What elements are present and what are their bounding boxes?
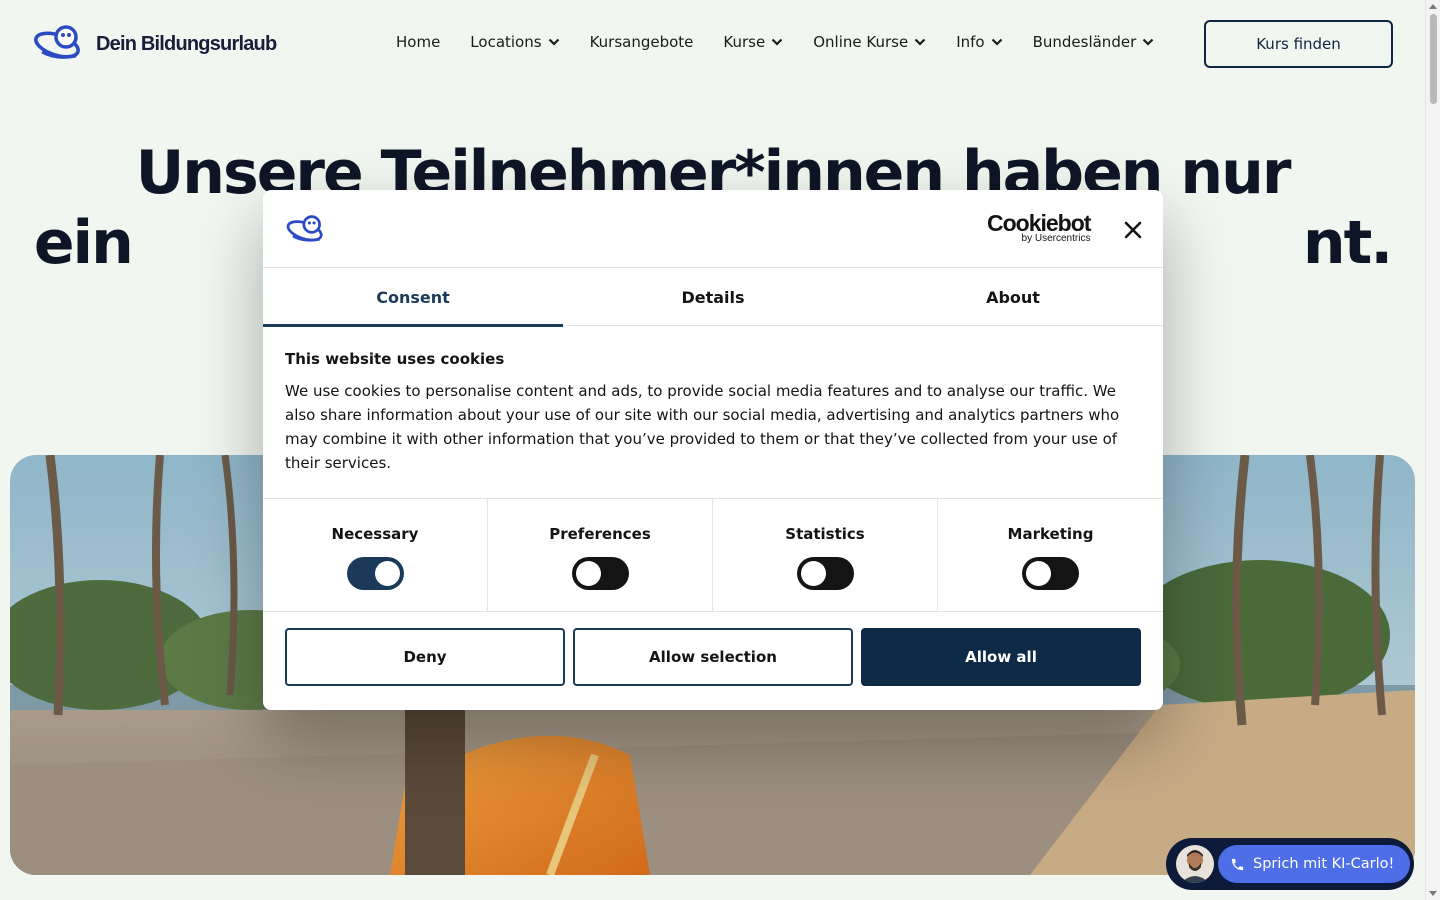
- toggle-preferences: Preferences: [488, 499, 713, 612]
- dialog-title: This website uses cookies: [285, 350, 505, 368]
- scroll-down-arrow-icon[interactable]: [1429, 891, 1437, 896]
- switch-knob: [1026, 561, 1051, 586]
- nav-item-kursangebote[interactable]: Kursangebote: [590, 33, 694, 51]
- marketing-switch[interactable]: [1022, 557, 1079, 590]
- toggle-label: Marketing: [1007, 525, 1094, 543]
- nav-label: Locations: [470, 33, 542, 51]
- dialog-tabs: Consent Details About: [263, 268, 1163, 327]
- kurs-finden-button[interactable]: Kurs finden: [1204, 20, 1393, 68]
- dialog-description: We use cookies to personalise content an…: [285, 382, 1120, 472]
- cookie-consent-dialog: Cookiebot by Usercentrics Consent Detail…: [263, 190, 1163, 710]
- chevron-down-icon: [548, 38, 559, 46]
- allow-selection-button[interactable]: Allow selection: [573, 628, 853, 686]
- deny-button[interactable]: Deny: [285, 628, 565, 686]
- toggle-marketing: Marketing: [938, 499, 1163, 612]
- nav-label: Kurse: [723, 33, 766, 51]
- cookiebot-name: Cookiebot: [987, 210, 1091, 236]
- tab-consent[interactable]: Consent: [263, 268, 563, 327]
- chevron-down-icon: [914, 38, 926, 46]
- toggle-necessary: Necessary: [263, 499, 488, 612]
- tab-label: Consent: [376, 287, 450, 307]
- chevron-down-icon: [771, 38, 783, 46]
- toggle-label: Necessary: [331, 525, 419, 543]
- cookiebot-logo[interactable]: Cookiebot by Usercentrics: [987, 210, 1091, 245]
- consent-toggles: Necessary Preferences Statistics Marketi…: [263, 498, 1163, 612]
- avatar: [1176, 845, 1214, 883]
- nav-label: Kursangebote: [589, 33, 694, 51]
- tab-details[interactable]: Details: [563, 268, 863, 326]
- nav-label: Bundesländer: [1032, 33, 1137, 51]
- toggle-label: Preferences: [549, 525, 651, 543]
- carlo-avatar-illustration: [1176, 845, 1214, 883]
- switch-knob: [374, 561, 400, 586]
- chat-label: Sprich mit KI-Carlo!: [1253, 856, 1395, 872]
- octopus-logo-icon: [34, 25, 80, 59]
- nav-item-home[interactable]: Home: [396, 33, 440, 51]
- toggle-statistics: Statistics: [713, 499, 938, 612]
- nav-label: Info: [956, 33, 985, 51]
- site-logo[interactable]: Dein Bildungsurlaub: [32, 22, 277, 66]
- nav-item-kurse[interactable]: Kurse: [723, 33, 783, 51]
- preferences-switch[interactable]: [571, 557, 629, 590]
- switch-knob: [575, 561, 601, 586]
- logo-text: Dein Bildungsurlaub: [96, 32, 277, 55]
- page-scrollbar[interactable]: [1425, 0, 1440, 900]
- main-nav: Home Locations Kursangebote Kurse Online…: [396, 33, 1184, 51]
- dialog-buttons: Deny Allow selection Allow all: [285, 628, 1141, 686]
- dialog-header: Cookiebot by Usercentrics: [263, 190, 1163, 268]
- octopus-logo-icon: [286, 215, 323, 242]
- phone-icon: [1231, 858, 1244, 870]
- site-header: Dein Bildungsurlaub Home Locations Kursa…: [0, 0, 1425, 88]
- tab-label: Details: [681, 287, 745, 307]
- toggle-label: Statistics: [785, 525, 865, 543]
- ai-chat-widget[interactable]: Sprich mit KI-Carlo!: [1166, 838, 1414, 890]
- necessary-switch[interactable]: [346, 557, 404, 590]
- tab-label: About: [986, 287, 1040, 307]
- allow-all-button[interactable]: Allow all: [861, 628, 1141, 686]
- talk-to-ai-button[interactable]: Sprich mit KI-Carlo!: [1218, 845, 1411, 883]
- nav-item-info[interactable]: Info: [956, 33, 1002, 51]
- switch-knob: [800, 561, 826, 586]
- chevron-down-icon: [991, 38, 1002, 46]
- chevron-down-icon: [1142, 38, 1154, 46]
- nav-item-locations[interactable]: Locations: [470, 33, 559, 51]
- scroll-thumb[interactable]: [1430, 14, 1437, 104]
- scroll-up-arrow-icon[interactable]: [1429, 4, 1437, 9]
- nav-label: Home: [396, 33, 441, 51]
- nav-item-bundeslaender[interactable]: Bundesländer: [1033, 33, 1155, 51]
- statistics-switch[interactable]: [796, 557, 854, 590]
- close-icon[interactable]: [1121, 218, 1145, 242]
- nav-label: Online Kurse: [813, 33, 909, 51]
- tab-about[interactable]: About: [863, 268, 1163, 326]
- nav-item-online-kurse[interactable]: Online Kurse: [813, 33, 926, 51]
